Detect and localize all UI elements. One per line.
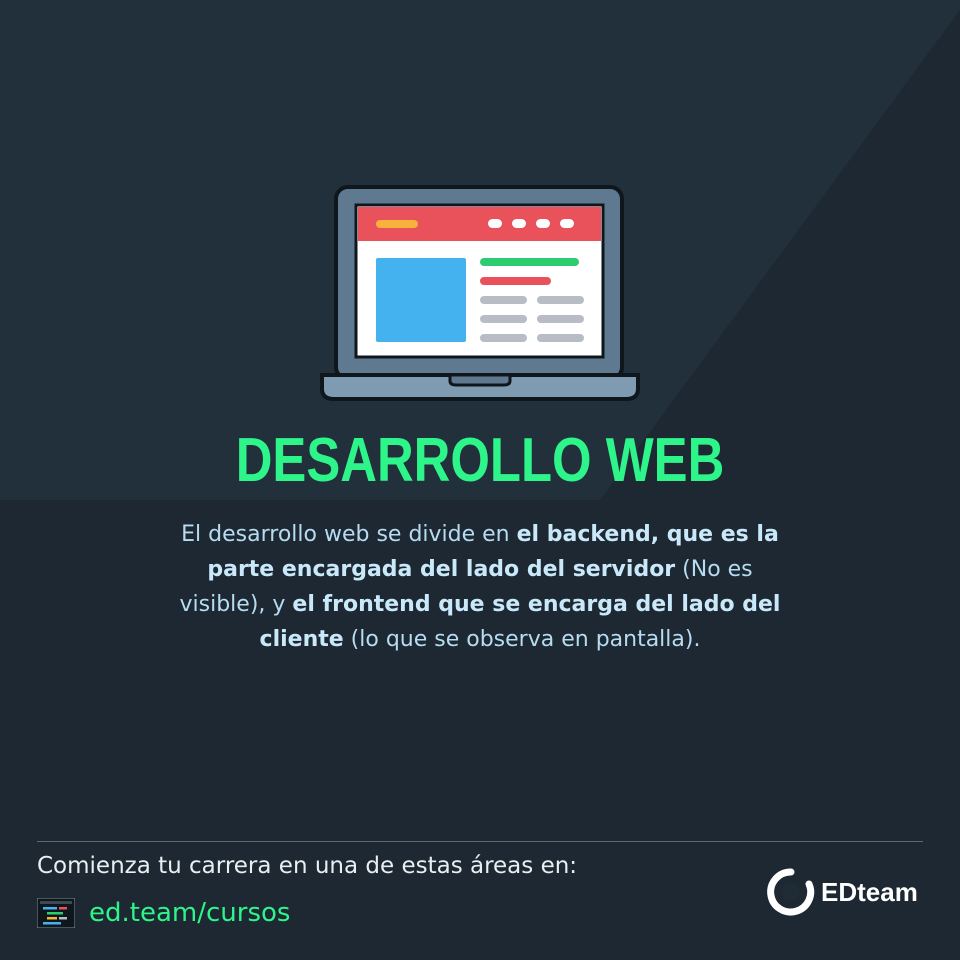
brand: EDteam xyxy=(765,866,918,918)
description-text: El desarrollo web se divide en xyxy=(181,522,517,547)
description-text: (lo que se observa en pantalla). xyxy=(343,627,701,652)
divider xyxy=(37,841,923,842)
call-to-action-text: Comienza tu carrera en una de estas área… xyxy=(37,853,578,879)
courses-link[interactable]: ed.team/cursos xyxy=(89,898,290,928)
brand-name: EDteam xyxy=(821,876,918,907)
description: El desarrollo web se divide en el backen… xyxy=(165,517,795,657)
page-title: DESARROLLO WEB xyxy=(235,426,725,495)
code-editor-icon xyxy=(37,898,75,928)
edteam-logo-icon xyxy=(767,868,815,916)
laptop-webpage-icon xyxy=(320,185,640,401)
courses-link-row[interactable]: ed.team/cursos xyxy=(37,895,290,931)
